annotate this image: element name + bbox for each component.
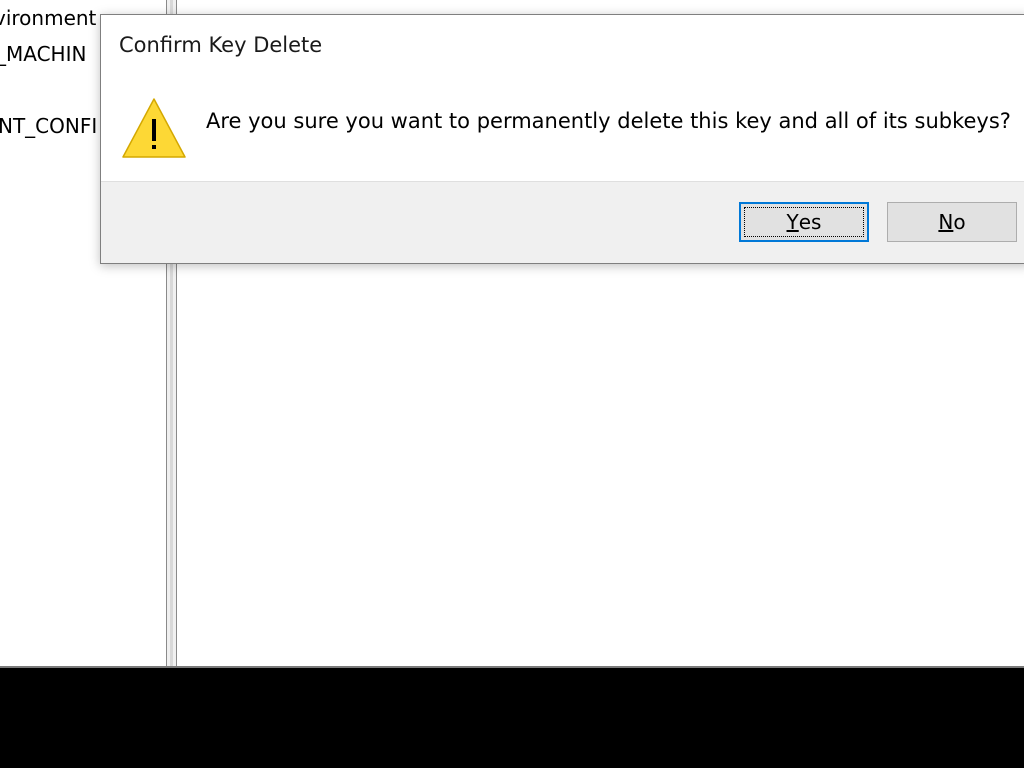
tree-item[interactable]: vironment bbox=[0, 6, 96, 30]
confirm-key-delete-dialog: Confirm Key Delete Are you sure you want… bbox=[100, 14, 1024, 264]
warning-icon bbox=[122, 98, 186, 158]
dialog-button-bar: Yes No bbox=[101, 181, 1024, 263]
no-mnemonic: N bbox=[938, 210, 954, 234]
no-label-rest: o bbox=[953, 210, 966, 234]
tree-item[interactable]: _MACHIN bbox=[0, 42, 86, 66]
dialog-title: Confirm Key Delete bbox=[119, 33, 323, 57]
screen: vironment _MACHIN NT_CONFI Confirm Key D… bbox=[0, 0, 1024, 768]
tree-item[interactable]: NT_CONFI bbox=[0, 114, 97, 138]
window-bottom-border bbox=[0, 666, 1024, 668]
yes-button[interactable]: Yes bbox=[739, 202, 869, 242]
dialog-message: Are you sure you want to permanently del… bbox=[206, 109, 1011, 133]
no-button[interactable]: No bbox=[887, 202, 1017, 242]
focus-ring bbox=[744, 207, 864, 237]
